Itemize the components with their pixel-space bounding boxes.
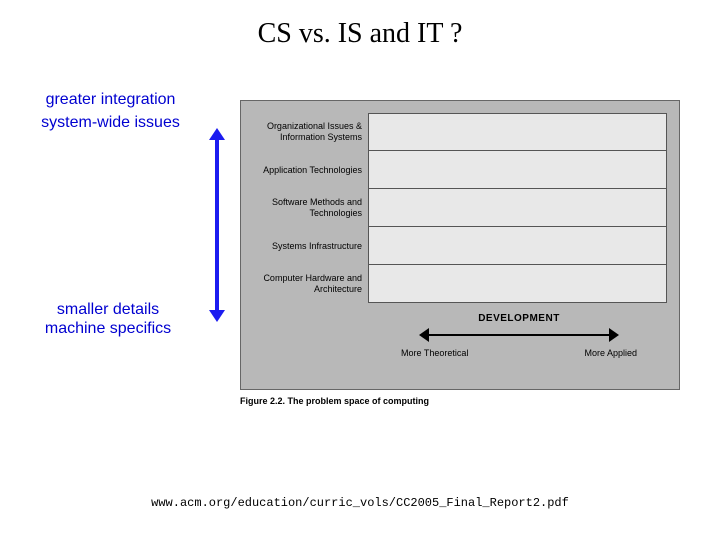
layer-label: Systems Infrastructure: [253, 227, 368, 265]
slide-title: CS vs. IS and IT ?: [0, 18, 720, 50]
axis-labels: More Theoretical More Applied: [371, 348, 667, 358]
figure-body: Organizational Issues & Information Syst…: [240, 100, 680, 390]
layer-label: Organizational Issues & Information Syst…: [253, 113, 368, 151]
anno-top-line1: greater integration: [18, 90, 203, 109]
horizontal-double-arrow-icon: [419, 328, 619, 342]
layer-row: Systems Infrastructure: [253, 227, 667, 265]
anno-bottom-line2: machine specifics: [18, 319, 198, 338]
footer-url: www.acm.org/education/curric_vols/CC2005…: [0, 496, 720, 510]
layer-row: Organizational Issues & Information Syst…: [253, 113, 667, 151]
layer-box: [368, 150, 667, 189]
layer-rows: Organizational Issues & Information Syst…: [253, 113, 667, 303]
layer-box: [368, 188, 667, 227]
layer-box: [368, 113, 667, 151]
layer-row: Software Methods and Technologies: [253, 189, 667, 227]
figure-caption: Figure 2.2. The problem space of computi…: [240, 396, 680, 406]
axis-right-label: More Applied: [584, 348, 637, 358]
layer-row: Computer Hardware and Architecture: [253, 265, 667, 303]
layer-box: [368, 226, 667, 265]
top-annotation: greater integration system-wide issues: [18, 90, 203, 136]
bottom-annotation: smaller details machine specifics: [18, 300, 198, 338]
axis-left-label: More Theoretical: [401, 348, 468, 358]
layer-box: [368, 264, 667, 303]
development-label: DEVELOPMENT: [371, 313, 667, 324]
vertical-double-arrow-icon: [210, 130, 224, 320]
layer-label: Software Methods and Technologies: [253, 189, 368, 227]
anno-bottom-line1: smaller details: [18, 300, 198, 319]
figure-container: Organizational Issues & Information Syst…: [240, 100, 680, 406]
layer-label: Application Technologies: [253, 151, 368, 189]
layer-label: Computer Hardware and Architecture: [253, 265, 368, 303]
anno-top-line2: system-wide issues: [18, 113, 203, 132]
layer-row: Application Technologies: [253, 151, 667, 189]
development-axis: DEVELOPMENT More Theoretical More Applie…: [371, 313, 667, 379]
